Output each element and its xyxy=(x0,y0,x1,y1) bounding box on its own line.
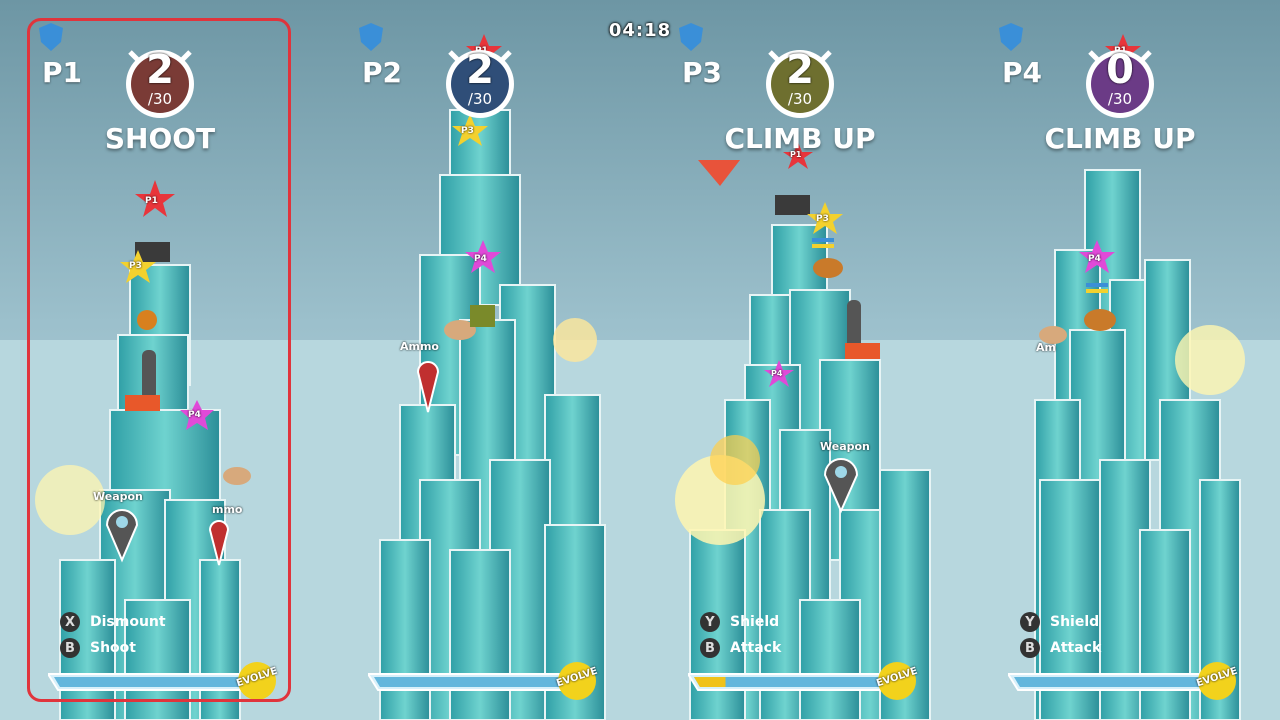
evolve-badge: EVOLVE xyxy=(555,660,599,706)
evolve-badge: EVOLVE xyxy=(875,660,919,706)
match-timer: 04:18 xyxy=(608,20,672,41)
y-button-icon: Y xyxy=(700,612,720,632)
star-p4-label: P4 xyxy=(474,254,487,264)
score-total: /30 xyxy=(467,90,493,108)
control-hint-attack: B Attack xyxy=(700,638,781,658)
control-hint-shield: Y Shield xyxy=(700,612,779,632)
control-hint-label: Shield xyxy=(1050,614,1100,630)
ammo-pin-label: Am xyxy=(1036,341,1056,354)
ammo-pin-icon xyxy=(416,361,440,413)
control-hint-shield: Y Shield xyxy=(1020,612,1099,632)
player-panel-p4: P1 P4 Am P4 0 /30 CLIMB UP YShield BAtta… xyxy=(960,0,1280,720)
action-prompt: CLIMB UP xyxy=(1044,122,1196,155)
player-label: P3 xyxy=(682,56,723,89)
player-panel-p3: P1 P3 P4 Weapon P3 2 /30 CLIMB UP Y Shiel… xyxy=(640,0,960,720)
selected-player-frame xyxy=(27,18,291,702)
score-total: /30 xyxy=(787,90,813,108)
star-p4-label: P4 xyxy=(771,369,783,378)
control-hint-label: Shield xyxy=(730,614,780,630)
score-dial: 2 /30 xyxy=(762,44,838,120)
score-dial: 0 /30 xyxy=(1082,44,1158,120)
control-hint-attack: B Attack xyxy=(1020,638,1101,658)
star-p3-label: P3 xyxy=(816,214,829,224)
control-hint-label: Attack xyxy=(1050,640,1102,656)
control-hint-label: Attack xyxy=(730,640,782,656)
weapon-pin-icon xyxy=(823,458,859,514)
weapon-pin-label: Weapon xyxy=(820,440,870,453)
evolve-badge: EVOLVE xyxy=(1195,660,1239,706)
y-button-icon: Y xyxy=(1020,612,1040,632)
score-dial: 2 /30 xyxy=(442,44,518,120)
b-button-icon: B xyxy=(1020,638,1040,658)
b-button-icon: B xyxy=(700,638,720,658)
score-value: 0 xyxy=(1106,47,1134,93)
score-value: 2 xyxy=(786,47,814,93)
score-total: /30 xyxy=(1107,90,1133,108)
player-label: P2 xyxy=(362,56,403,89)
star-p4-label: P4 xyxy=(1088,254,1101,264)
score-value: 2 xyxy=(466,47,494,93)
player-panel-p2: P1 P3 P4 Ammo P2 2 /30 EVOLVE xyxy=(320,0,640,720)
player-label: P4 xyxy=(1002,56,1043,89)
action-prompt: CLIMB UP xyxy=(724,122,876,155)
player-panel-p1: P1 P3 P4 Weapon mmo P1 2 /30 SHOOT X Dism… xyxy=(0,0,320,720)
star-p3-label: P3 xyxy=(461,126,474,136)
ammo-pin-label: Ammo xyxy=(400,340,439,353)
